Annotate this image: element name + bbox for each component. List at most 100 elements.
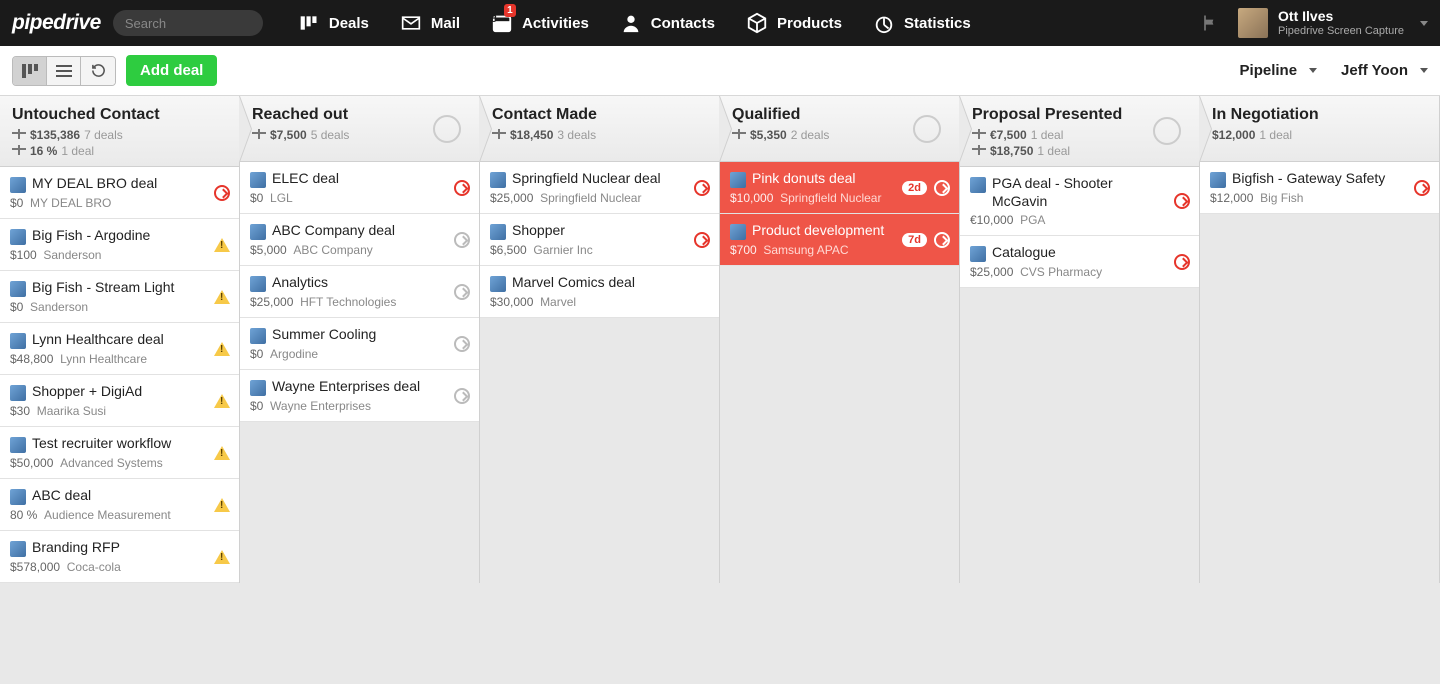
deal-card[interactable]: Analytics$25,000 HFT Technologies [240,266,479,318]
deal-subtitle: €10,000 PGA [970,213,1189,227]
deal-amount: $12,000 [1210,191,1253,205]
deal-title: Big Fish - Argodine [32,227,176,245]
deal-card[interactable]: Test recruiter workflow$50,000 Advanced … [0,427,239,479]
column-header[interactable]: Proposal Presented€7,500 1 deal$18,750 1… [960,96,1199,167]
deal-subtitle: $25,000 HFT Technologies [250,295,469,309]
deal-card[interactable]: Marvel Comics deal$30,000 Marvel [480,266,719,318]
deal-subtitle: 80 % Audience Measurement [10,508,229,522]
deal-title: Shopper [512,222,591,240]
deal-avatar [250,276,266,292]
warning-icon [214,342,230,356]
view-list-button[interactable] [47,57,81,85]
add-deal-button[interactable]: Add deal [126,55,217,86]
overdue-icon [454,180,470,196]
pipeline-column: Proposal Presented€7,500 1 deal$18,750 1… [960,96,1200,583]
user-name: Ott Ilves [1278,8,1404,25]
deal-card[interactable]: Catalogue$25,000 CVS Pharmacy [960,236,1199,288]
deal-title: Shopper + DigiAd [32,383,168,401]
deal-org: Marvel [540,295,576,309]
column-header[interactable]: Contact Made$18,450 3 deals [480,96,719,162]
deal-org: MY DEAL BRO [30,196,111,210]
toolbar: Add deal Pipeline Jeff Yoon [0,46,1440,96]
deal-title: Wayne Enterprises deal [272,378,446,396]
deal-card[interactable]: MY DEAL BRO deal$0 MY DEAL BRO [0,167,239,219]
chevron-down-icon [1309,68,1317,73]
deal-card[interactable]: ELEC deal$0 LGL [240,162,479,214]
deal-avatar [10,489,26,505]
deal-card[interactable]: Shopper + DigiAd $30 Maarika Susi [0,375,239,427]
column-stats: $12,000 1 deal [1212,128,1427,142]
pipeline-dropdown[interactable]: Pipeline [1240,62,1318,79]
owner-dropdown[interactable]: Jeff Yoon [1341,62,1428,79]
deal-card[interactable]: Wayne Enterprises deal $0 Wayne Enterpris… [240,370,479,422]
deal-amount: $0 [10,300,23,314]
nav-statistics[interactable]: Statistics [858,0,985,46]
deal-amount: $0 [250,347,263,361]
stat-deals: 1 deal [61,144,94,158]
stat-value: €7,500 [990,128,1027,142]
chevron-down-icon [1420,68,1428,73]
pipeline-column: Contact Made$18,450 3 dealsSpringfield N… [480,96,720,583]
scale-icon [972,129,986,141]
deal-card[interactable]: Pink donuts deal$10,000 Springfield Nucl… [720,162,959,214]
age-pill: 2d [902,181,927,195]
deal-avatar [490,224,506,240]
deal-org: ABC Company [293,243,372,257]
deal-card[interactable]: PGA deal - Shooter McGavin€10,000 PGA [960,167,1199,236]
search-input[interactable] [125,16,251,31]
scale-icon [12,145,26,157]
deal-card[interactable]: Summer Cooling$0 Argodine [240,318,479,370]
deal-card[interactable]: ABC deal80 % Audience Measurement [0,479,239,531]
stat-value: $5,350 [750,128,787,142]
deal-amount: $48,800 [10,352,53,366]
deal-amount: $100 [10,248,37,262]
nav-deals[interactable]: Deals [283,0,383,46]
view-refresh-button[interactable] [81,57,115,85]
deal-card[interactable]: Big Fish - Stream Light$0 Sanderson [0,271,239,323]
deal-subtitle: $30 Maarika Susi [10,404,229,418]
deal-subtitle: $0 Sanderson [10,300,229,314]
warning-icon [214,446,230,460]
deal-org: Sanderson [43,248,101,262]
deal-card[interactable]: Springfield Nuclear deal$25,000 Springfi… [480,162,719,214]
deal-card[interactable]: Branding RFP$578,000 Coca-cola [0,531,239,583]
deal-avatar [970,177,986,193]
deal-card[interactable]: Bigfish - Gateway Safety$12,000 Big Fish [1200,162,1439,214]
deal-org: Springfield Nuclear [780,191,881,205]
deal-subtitle: $12,000 Big Fish [1210,191,1429,205]
deal-avatar [490,172,506,188]
column-header[interactable]: Reached out$7,500 5 deals [240,96,479,162]
contacts-icon [619,11,643,35]
deal-org: Argodine [270,347,318,361]
deal-org: Maarika Susi [37,404,106,418]
deal-title: Pink donuts deal [752,170,882,188]
column-title: Proposal Presented [972,106,1187,124]
scale-icon [972,145,986,157]
stat-deals: 5 deals [311,128,350,142]
user-menu[interactable]: Ott Ilves Pipedrive Screen Capture [1238,8,1428,38]
nav-contacts[interactable]: Contacts [605,0,729,46]
flag-icon[interactable] [1198,11,1222,35]
deal-card[interactable]: ABC Company deal$5,000 ABC Company [240,214,479,266]
overdue-icon [1174,193,1190,209]
deal-org: PGA [1020,213,1045,227]
deal-card[interactable]: Product development$700 Samsung APAC7d [720,214,959,266]
nav-activities[interactable]: 81Activities [476,0,603,46]
nav-products[interactable]: Products [731,0,856,46]
deal-card[interactable]: Shopper$6,500 Garnier Inc [480,214,719,266]
column-cards: MY DEAL BRO deal$0 MY DEAL BROBig Fish -… [0,167,239,583]
nav-mail[interactable]: Mail [385,0,474,46]
deal-subtitle: $0 Wayne Enterprises [250,399,469,413]
column-header[interactable]: In Negotiation$12,000 1 deal [1200,96,1439,162]
column-header[interactable]: Qualified$5,350 2 deals [720,96,959,162]
view-kanban-button[interactable] [13,57,47,85]
deal-subtitle: $0 LGL [250,191,469,205]
products-icon [745,11,769,35]
search-container[interactable] [113,10,263,36]
deal-card[interactable]: Big Fish - Argodine $100 Sanderson [0,219,239,271]
stat-deals: 1 deal [1259,128,1292,142]
deal-avatar [490,276,506,292]
column-header[interactable]: Untouched Contact$135,386 7 deals16 % 1 … [0,96,239,167]
deal-subtitle: $0 MY DEAL BRO [10,196,229,210]
deal-card[interactable]: Lynn Healthcare deal$48,800 Lynn Healthc… [0,323,239,375]
